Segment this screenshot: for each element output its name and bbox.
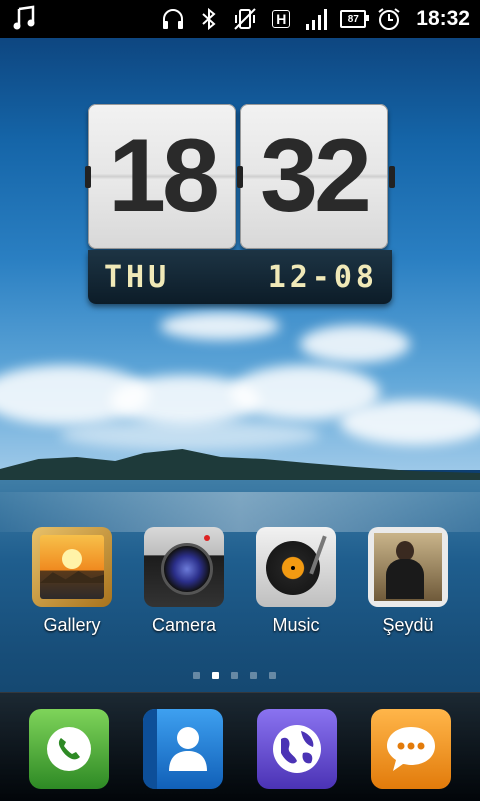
app-contact-seydu[interactable]: Şeydü xyxy=(362,527,454,636)
flip-clock-widget[interactable]: 18 32 THU 12-08 xyxy=(85,104,395,304)
dock xyxy=(0,692,480,801)
app-label: Music xyxy=(272,615,320,635)
cloud xyxy=(160,312,280,340)
network-type-label: H xyxy=(272,10,291,28)
bluetooth-icon xyxy=(196,6,222,32)
globe-icon xyxy=(273,725,321,773)
clock-day: THU xyxy=(104,260,171,295)
signal-icon xyxy=(304,6,330,32)
clock-date-bar: THU 12-08 xyxy=(88,250,392,304)
page-dot xyxy=(269,672,276,679)
music-turntable-icon xyxy=(256,527,336,607)
status-time: 18:32 xyxy=(416,7,470,30)
clock-minute: 32 xyxy=(240,104,388,249)
app-gallery[interactable]: Gallery xyxy=(26,527,118,636)
alarm-icon xyxy=(376,6,402,32)
chat-icon xyxy=(387,727,435,771)
contacts-button[interactable] xyxy=(143,709,223,789)
app-label: Şeydü xyxy=(382,615,434,635)
page-indicator xyxy=(193,672,276,679)
gallery-icon xyxy=(32,527,112,607)
contacts-icon xyxy=(169,727,207,771)
page-dot xyxy=(193,672,200,679)
app-camera[interactable]: Camera xyxy=(138,527,230,636)
phone-icon xyxy=(47,727,91,771)
clock-hinge xyxy=(389,166,395,188)
cloud xyxy=(300,325,410,363)
wallpaper-glint xyxy=(0,492,480,532)
cloud xyxy=(60,420,320,450)
clock-hinge xyxy=(237,166,243,188)
page-dot xyxy=(231,672,238,679)
vibrate-off-icon xyxy=(232,6,258,32)
camera-icon xyxy=(144,527,224,607)
hsdpa-icon: H xyxy=(268,6,294,32)
messaging-button[interactable] xyxy=(371,709,451,789)
cloud xyxy=(340,400,480,445)
contact-photo-icon xyxy=(368,527,448,607)
page-dot xyxy=(250,672,257,679)
app-shortcuts: Gallery Camera Music Şeydü xyxy=(0,527,480,647)
battery-level: 87 xyxy=(340,10,370,28)
headset-icon xyxy=(160,6,186,32)
music-note-icon xyxy=(12,5,38,31)
app-label: Gallery xyxy=(43,615,101,635)
clock-hour: 18 xyxy=(88,104,236,249)
app-label: Camera xyxy=(151,615,217,635)
app-music[interactable]: Music xyxy=(250,527,342,636)
status-bar[interactable]: H 87 18:32 xyxy=(0,0,480,38)
clock-hinge xyxy=(85,166,91,188)
clock-date: 12-08 xyxy=(267,260,378,295)
browser-button[interactable] xyxy=(257,709,337,789)
phone-button[interactable] xyxy=(29,709,109,789)
page-dot-active xyxy=(212,672,219,679)
battery-icon: 87 xyxy=(340,6,370,32)
